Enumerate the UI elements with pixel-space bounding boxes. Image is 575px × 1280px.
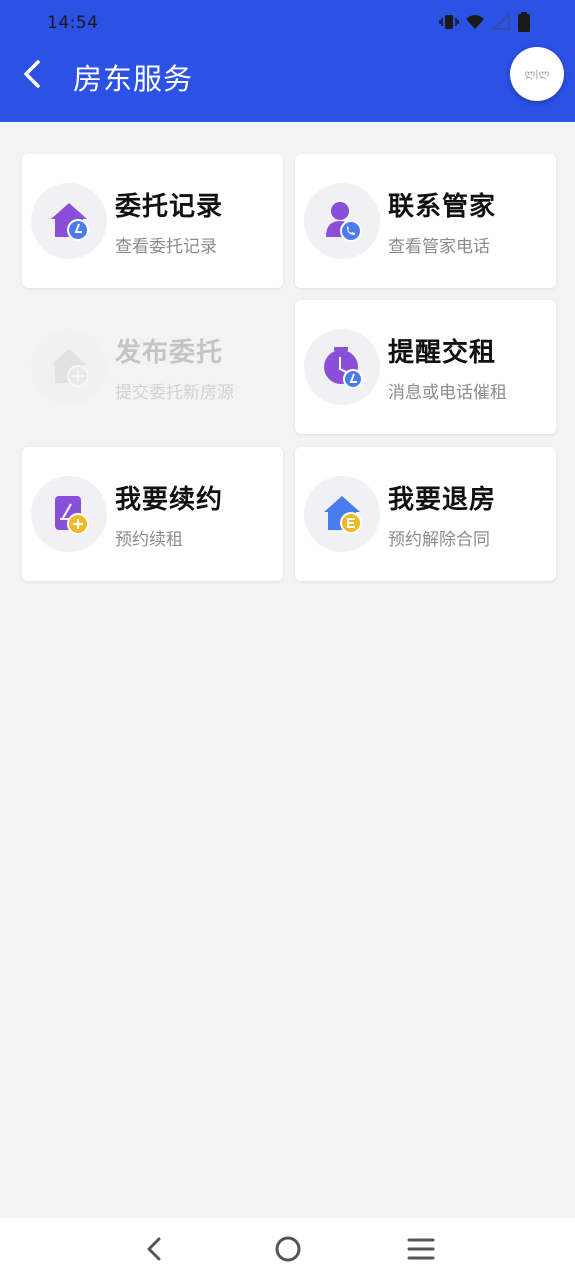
signal-icon (491, 13, 510, 30)
nav-menu-icon (407, 1238, 434, 1260)
card-subtitle: 提交委托新房源 (115, 383, 234, 403)
header-bar: 14:54 房东服务 ლ|ლ (0, 0, 575, 122)
status-time: 14:54 (47, 13, 99, 33)
house-exit-icon (324, 496, 362, 534)
nav-back-button[interactable] (131, 1225, 179, 1273)
card-entrust-records[interactable]: 委托记录 查看委托记录 (22, 154, 283, 288)
icon-circle (304, 476, 380, 552)
icon-circle (304, 329, 380, 405)
system-nav-bar (0, 1218, 575, 1280)
card-title: 提醒交租 (388, 338, 497, 368)
card-subtitle: 预约续租 (115, 530, 183, 550)
chevron-left-icon (24, 60, 40, 88)
floating-assist-button[interactable]: ლ|ლ (510, 47, 564, 101)
back-button[interactable] (14, 56, 50, 92)
house-clock-icon (51, 203, 89, 241)
card-subtitle: 查看委托记录 (115, 237, 217, 257)
nav-home-icon (275, 1236, 300, 1262)
card-subtitle: 消息或电话催租 (388, 383, 507, 403)
nav-home-button[interactable] (264, 1225, 312, 1273)
card-title: 联系管家 (388, 192, 497, 222)
card-rent-reminder[interactable]: 提醒交租 消息或电话催租 (295, 300, 556, 434)
wifi-icon (466, 15, 484, 29)
floating-button-label: ლ|ლ (524, 68, 550, 80)
card-renew-lease[interactable]: 我要续约 预约续租 (22, 447, 283, 581)
card-publish-entrust[interactable]: 发布委托 提交委托新房源 (22, 300, 283, 434)
icon-circle (304, 183, 380, 259)
card-subtitle: 预约解除合同 (388, 530, 490, 550)
card-subtitle: 查看管家电话 (388, 237, 490, 257)
nav-menu-button[interactable] (397, 1225, 445, 1273)
card-title: 发布委托 (115, 338, 224, 368)
document-plus-icon (55, 496, 89, 535)
card-contact-manager[interactable]: 联系管家 查看管家电话 (295, 154, 556, 288)
battery-icon (518, 12, 530, 32)
vibrate-icon (439, 15, 459, 29)
house-plus-icon (51, 349, 89, 387)
alarm-clock-icon (324, 347, 363, 389)
icon-circle (31, 183, 107, 259)
person-phone-icon (326, 202, 362, 242)
card-check-out[interactable]: 我要退房 预约解除合同 (295, 447, 556, 581)
card-title: 我要续约 (115, 485, 224, 515)
card-title: 委托记录 (115, 192, 224, 222)
services-grid: 委托记录 查看委托记录 联系管家 查看管家电话 发布委托 提交委托新房源 提醒交… (0, 122, 575, 1218)
page-title: 房东服务 (73, 62, 194, 96)
card-title: 我要退房 (388, 485, 497, 515)
nav-back-icon (147, 1237, 160, 1261)
status-icons (439, 12, 531, 32)
icon-circle (31, 476, 107, 552)
icon-circle (31, 329, 107, 405)
